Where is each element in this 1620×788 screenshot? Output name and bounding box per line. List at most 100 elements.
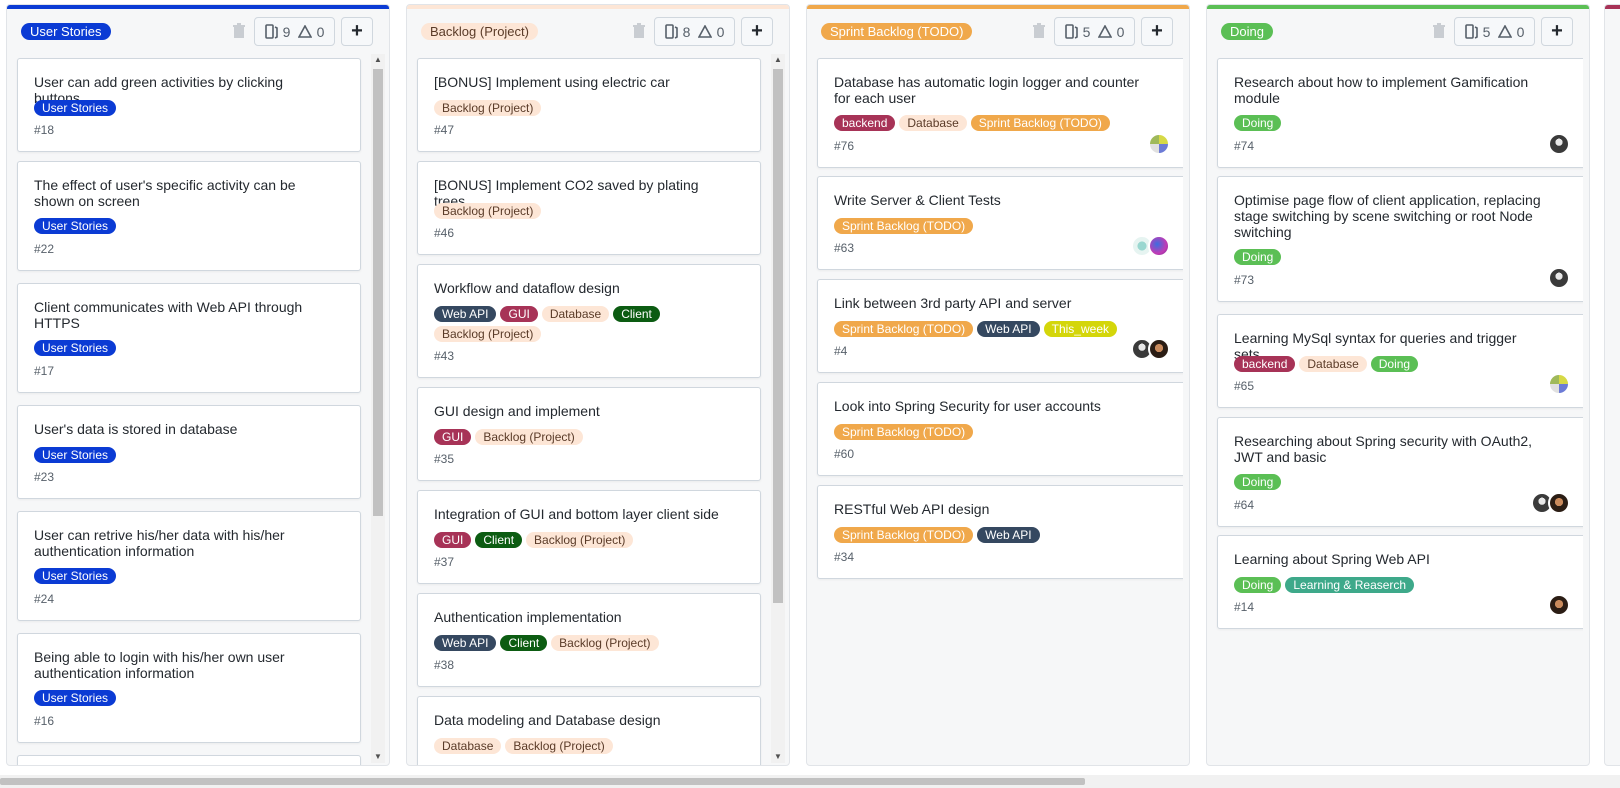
card[interactable]: Workflow and dataflow design Web API GUI… — [417, 264, 761, 378]
card[interactable]: GUI design and implement GUI Backlog (Pr… — [417, 387, 761, 481]
card-title[interactable]: User can retrive his/her data with his/h… — [34, 527, 320, 559]
card-number[interactable]: #14 — [1234, 600, 1254, 614]
tag[interactable]: Sprint Backlog (TODO) — [970, 115, 1110, 131]
column-label[interactable]: User Stories — [21, 23, 111, 40]
card-number[interactable]: #76 — [834, 139, 854, 153]
card-title[interactable]: Database has automatic login logger and … — [834, 74, 1146, 106]
card[interactable]: Look into Spring Security for user accou… — [817, 382, 1183, 476]
card-title[interactable]: The effect of user's specific activity c… — [34, 177, 320, 209]
card-title[interactable]: GUI design and implement — [434, 403, 720, 419]
card[interactable]: The effect of user's specific activity c… — [17, 161, 361, 271]
tag[interactable]: Sprint Backlog (TODO) — [834, 424, 974, 440]
tag[interactable]: Doing — [1234, 474, 1282, 490]
card-title[interactable]: Data modeling and Database design — [434, 712, 720, 728]
avatar[interactable] — [1148, 133, 1170, 155]
tag[interactable]: Database — [899, 115, 967, 131]
tag[interactable]: backend — [1234, 356, 1296, 372]
card-number[interactable]: #63 — [834, 241, 854, 255]
add-card-button[interactable]: + — [741, 17, 773, 46]
card-number[interactable]: #43 — [434, 349, 454, 363]
tag[interactable]: Sprint Backlog (TODO) — [834, 527, 974, 543]
tag[interactable]: Backlog (Project) — [434, 100, 542, 116]
scroll-down-icon[interactable]: ▼ — [771, 751, 785, 763]
card-title[interactable]: Link between 3rd party API and server — [834, 295, 1146, 311]
tag[interactable]: backend — [834, 115, 896, 131]
card-number[interactable]: #24 — [34, 592, 54, 606]
tag[interactable]: Backlog (Project) — [526, 532, 634, 548]
card-number[interactable]: #18 — [34, 123, 54, 137]
card[interactable]: Write Server & Client Tests Sprint Backl… — [817, 176, 1183, 270]
add-card-button[interactable]: + — [1541, 17, 1573, 46]
add-card-button[interactable]: + — [341, 17, 373, 46]
tag[interactable]: User Stories — [34, 218, 117, 234]
tag[interactable]: Sprint Backlog (TODO) — [834, 321, 974, 337]
card[interactable]: Research about how to implement Gamifica… — [1217, 58, 1583, 168]
card-number[interactable]: #16 — [34, 714, 54, 728]
card-number[interactable]: #37 — [434, 555, 454, 569]
trash-icon[interactable] — [632, 23, 646, 40]
card-number[interactable]: #34 — [834, 550, 854, 564]
tag[interactable]: This_week — [1043, 321, 1117, 337]
scrollbar-thumb[interactable] — [0, 778, 1085, 785]
scroll-up-icon[interactable]: ▲ — [771, 54, 785, 66]
tag[interactable]: Web API — [434, 306, 497, 322]
card-title[interactable]: Write Server & Client Tests — [834, 192, 1146, 208]
card-title[interactable]: Authentication implementation — [434, 609, 720, 625]
card[interactable]: Integration of GUI and bottom layer clie… — [417, 490, 761, 584]
tag[interactable]: Client — [500, 635, 548, 651]
card-title[interactable]: [BONUS] Implement using electric car — [434, 74, 720, 90]
tag[interactable]: Database — [541, 306, 610, 322]
card[interactable]: Being able to login with his/her own use… — [17, 633, 361, 743]
tag[interactable]: User Stories — [34, 690, 117, 706]
avatar[interactable] — [1548, 373, 1570, 395]
card-number[interactable]: #22 — [34, 242, 54, 256]
card-number[interactable]: #35 — [434, 452, 454, 466]
card[interactable]: Client communicates with Web API through… — [17, 283, 361, 393]
card[interactable]: Data modeling and Database design Databa… — [417, 696, 761, 765]
card-title[interactable]: Look into Spring Security for user accou… — [834, 398, 1146, 414]
tag[interactable]: Web API — [977, 527, 1040, 543]
tag[interactable]: GUI — [500, 306, 538, 322]
avatar[interactable] — [1548, 133, 1570, 155]
tag[interactable]: Database — [434, 738, 502, 754]
card[interactable]: Link between 3rd party API and server Sp… — [817, 279, 1183, 373]
vertical-scrollbar[interactable]: ▲ ▼ — [771, 54, 785, 763]
column-label[interactable]: Backlog (Project) — [421, 23, 538, 40]
avatar[interactable] — [1548, 267, 1570, 289]
card[interactable]: [BONUS] Implement using electric car Bac… — [417, 58, 761, 152]
card-number[interactable]: #64 — [1234, 498, 1254, 512]
card[interactable]: User can add green activities by clickin… — [17, 58, 361, 152]
avatar[interactable] — [1548, 594, 1570, 616]
card-title[interactable]: Researching about Spring security with O… — [1234, 433, 1546, 465]
tag[interactable]: Backlog (Project) — [475, 429, 583, 445]
vertical-scrollbar[interactable]: ▲ ▼ — [371, 54, 385, 763]
tag[interactable]: User Stories — [34, 568, 117, 584]
card-number[interactable]: #60 — [834, 447, 854, 461]
tag[interactable]: User Stories — [34, 340, 117, 356]
card-number[interactable]: #23 — [34, 470, 54, 484]
card-number[interactable]: #74 — [1234, 139, 1254, 153]
card[interactable] — [17, 755, 361, 765]
tag[interactable]: Client — [475, 532, 523, 548]
tag[interactable]: User Stories — [34, 447, 117, 463]
tag[interactable]: Backlog (Project) — [551, 635, 659, 651]
trash-icon[interactable] — [1032, 23, 1046, 40]
card-title[interactable]: Optimise page flow of client application… — [1234, 192, 1546, 240]
card-title[interactable]: Workflow and dataflow design — [434, 280, 720, 296]
tag[interactable]: Web API — [434, 635, 497, 651]
card[interactable]: [BONUS] Implement CO2 saved by plating t… — [417, 161, 761, 255]
card[interactable]: RESTful Web API design Sprint Backlog (T… — [817, 485, 1183, 579]
avatar[interactable] — [1148, 338, 1170, 360]
card-title[interactable]: RESTful Web API design — [834, 501, 1146, 517]
tag[interactable]: User Stories — [34, 100, 117, 116]
trash-icon[interactable] — [232, 23, 246, 40]
avatar[interactable] — [1148, 235, 1170, 257]
tag[interactable]: Doing — [1370, 356, 1419, 372]
tag[interactable]: Doing — [1234, 115, 1282, 131]
tag[interactable]: Backlog (Project) — [434, 326, 542, 342]
card-number[interactable]: #65 — [1234, 379, 1254, 393]
card-title[interactable]: Learning about Spring Web API — [1234, 551, 1546, 567]
card[interactable]: User's data is stored in database User S… — [17, 405, 361, 499]
scroll-up-icon[interactable]: ▲ — [371, 54, 385, 66]
tag[interactable]: Sprint Backlog (TODO) — [834, 218, 974, 234]
